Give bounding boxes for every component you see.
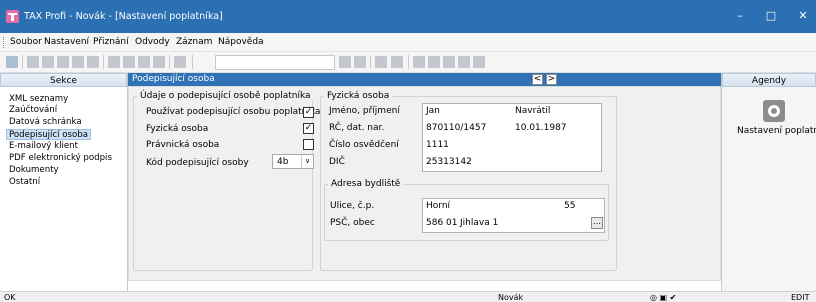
sekce-item-ostatni[interactable]: Ostatní <box>9 177 40 188</box>
sekce-item-zauctovani[interactable]: Zaúčtování <box>9 105 57 116</box>
save-icon[interactable] <box>138 56 150 68</box>
pravnicka-osoba-checkbox[interactable] <box>303 139 314 150</box>
toolbar-menu-icon[interactable] <box>6 56 18 68</box>
sekce-item-podepisujici-osoba[interactable]: Podepisující osoba <box>6 129 91 140</box>
status-mode: EDIT <box>791 293 810 302</box>
grid-icon[interactable] <box>153 56 165 68</box>
status-bar: OK Novák ◎ ▣ ✔ EDIT <box>0 291 816 302</box>
toolbar-separator <box>408 55 409 69</box>
rc-label: RČ, dat. nar. <box>329 123 385 133</box>
table-add-icon[interactable] <box>458 56 470 68</box>
menu-zaznam[interactable]: Záznam <box>176 37 212 47</box>
kod-select[interactable]: 4b ∨ <box>272 154 314 169</box>
chevron-down-icon[interactable]: ∨ <box>301 155 313 168</box>
pravnicka-osoba-label: Právnická osoba <box>146 140 220 150</box>
gear-icon <box>768 105 780 117</box>
jmeno-label: Jméno, příjmení <box>329 106 400 116</box>
print-all-icon[interactable] <box>72 56 84 68</box>
ulice-field[interactable]: Horní <box>426 201 450 211</box>
toolbar-separator <box>169 55 170 69</box>
toolbar-separator <box>103 55 104 69</box>
status-text: OK <box>4 293 16 302</box>
calculator-icon[interactable] <box>391 56 403 68</box>
export-icon[interactable] <box>87 56 99 68</box>
table-view-icon[interactable] <box>428 56 440 68</box>
menu-priznani[interactable]: Přiznání <box>93 37 129 47</box>
datum-narozeni-field[interactable]: 10.01.1987 <box>515 123 567 133</box>
new-document-icon[interactable] <box>108 56 120 68</box>
sekce-item-pdf-podpis[interactable]: PDF elektronický podpis <box>9 153 112 164</box>
agendy-header: Agendy <box>722 73 816 87</box>
sekce-item-datova-schranka[interactable]: Datová schránka <box>9 117 82 128</box>
kod-select-value: 4b <box>277 157 289 167</box>
table-edit-icon[interactable] <box>443 56 455 68</box>
psc-obec-label: PSČ, obec <box>330 218 375 228</box>
edit-icon[interactable] <box>123 56 135 68</box>
settings-gear-icon[interactable] <box>763 100 785 122</box>
dropdown-icon[interactable] <box>339 56 351 68</box>
podepisujici-osoba-panel: Podepisující osoba < > Údaje o podepisuj… <box>128 73 721 291</box>
toolbar-separator <box>370 55 371 69</box>
menu-soubor[interactable]: Soubor <box>10 37 42 47</box>
image-icon[interactable] <box>174 56 186 68</box>
prijmeni-field[interactable]: Navrátil <box>515 106 550 116</box>
dic-label: DIČ <box>329 157 345 167</box>
print-preview-icon[interactable] <box>42 56 54 68</box>
menu-napoveda[interactable]: Nápověda <box>218 37 264 47</box>
toolbar <box>0 52 816 73</box>
adresa-group-title: Adresa bydliště <box>328 179 404 189</box>
toolbar-search-input[interactable] <box>215 55 335 70</box>
kod-label: Kód podepisující osoby <box>146 158 249 168</box>
status-user: Novák <box>498 293 524 302</box>
minimize-button[interactable]: – <box>733 10 747 22</box>
maximize-button[interactable]: □ <box>764 10 778 22</box>
help-icon[interactable] <box>473 56 485 68</box>
cislo-popisne-field[interactable]: 55 <box>564 201 575 211</box>
obec-field[interactable]: Jihlava 1 <box>460 218 498 228</box>
udaje-group-title: Údaje o podepisující osobě poplatníka <box>137 91 314 101</box>
obec-lookup-button[interactable]: … <box>591 217 603 229</box>
window-title: TAX Profi - Novák - [Nastavení poplatník… <box>24 11 223 22</box>
panel-header: Podepisující osoba < > <box>128 73 721 86</box>
filter-icon[interactable] <box>354 56 366 68</box>
next-arrow-button[interactable]: > <box>546 74 557 85</box>
menu-bar: Soubor Nastavení Přiznání Odvody Záznam … <box>0 33 816 52</box>
jmeno-field[interactable]: Jan <box>426 106 440 116</box>
close-button[interactable]: ✕ <box>796 10 810 22</box>
sekce-item-e-mailovy-klient[interactable]: E-mailový klient <box>9 141 78 152</box>
menu-nastaveni[interactable]: Nastavení <box>44 37 89 47</box>
fyzicka-osoba-group-title: Fyzická osoba <box>324 91 393 101</box>
osvedceni-field[interactable]: 1111 <box>426 140 449 150</box>
agendy-item-label[interactable]: Nastavení poplatníka <box>737 126 816 136</box>
toolbar-separator <box>22 55 23 69</box>
rc-field[interactable]: 870110/1457 <box>426 123 486 133</box>
dic-field[interactable]: 25313142 <box>426 157 472 167</box>
menu-odvody[interactable]: Odvody <box>135 37 170 47</box>
prev-arrow-button[interactable]: < <box>532 74 543 85</box>
status-icons: ◎ ▣ ✔ <box>650 293 677 302</box>
panel-content: Údaje o podepisující osobě poplatníka Po… <box>128 86 721 281</box>
fyzicka-osoba-checkbox[interactable]: ✓ <box>303 123 314 134</box>
sekce-item-xml-seznamy[interactable]: XML seznamy <box>9 94 68 105</box>
psc-field[interactable]: 586 01 <box>426 218 458 228</box>
panel-title: Podepisující osoba <box>132 74 215 84</box>
print-setup-icon[interactable] <box>57 56 69 68</box>
chart-icon[interactable] <box>375 56 387 68</box>
agendy-panel: Agendy Nastavení poplatníka <box>721 73 816 291</box>
sekce-item-dokumenty[interactable]: Dokumenty <box>9 165 59 176</box>
table-icon[interactable] <box>413 56 425 68</box>
fyzicka-osoba-label: Fyzická osoba <box>146 124 209 134</box>
pouzivat-label: Používat podepisující osobu poplatníka <box>146 107 321 117</box>
pouzivat-checkbox[interactable]: ✓ <box>303 107 314 118</box>
toolbar-separator <box>192 55 193 69</box>
title-bar: TAX Profi - Novák - [Nastavení poplatník… <box>0 0 816 33</box>
menu-grip <box>3 37 5 48</box>
osvedceni-label: Číslo osvědčení <box>329 140 399 150</box>
ulice-label: Ulice, č.p. <box>330 201 375 211</box>
app-icon <box>6 10 19 23</box>
sekce-header: Sekce <box>0 73 127 87</box>
udaje-group: Údaje o podepisující osobě poplatníka <box>133 91 314 271</box>
print-icon[interactable] <box>27 56 39 68</box>
sekce-panel: Sekce XML seznamy Zaúčtování Datová schr… <box>0 73 128 291</box>
